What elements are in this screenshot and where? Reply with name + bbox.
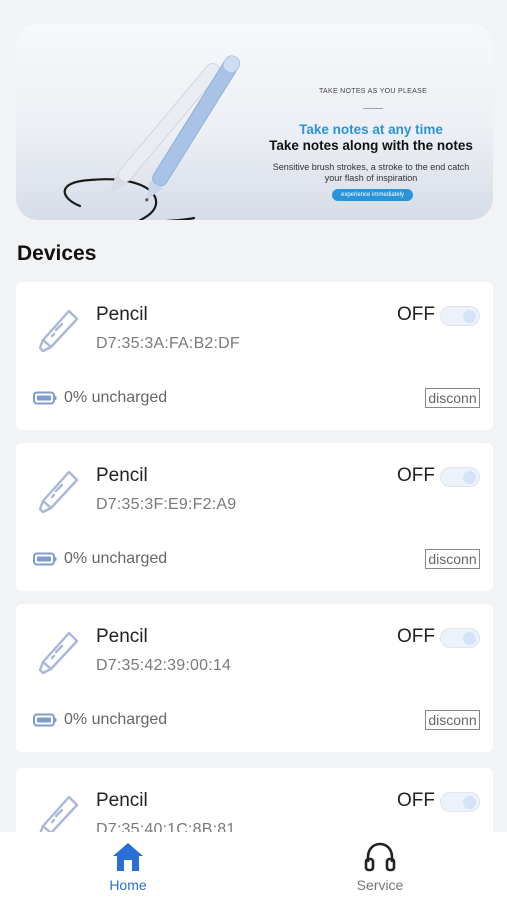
toggle-knob	[463, 310, 476, 323]
disconnect-button[interactable]: disconn	[425, 549, 480, 569]
bottom-tab-bar: Home Service	[0, 832, 507, 900]
tab-service[interactable]: Service	[320, 840, 440, 896]
device-name: Pencil	[96, 626, 148, 647]
tab-home-label: Home	[109, 877, 147, 893]
device-mac-address: D7:35:40:1C:8B:81	[96, 821, 236, 832]
device-name: Pencil	[96, 304, 148, 325]
toggle-state-label: OFF	[397, 626, 435, 647]
tab-service-label: Service	[356, 877, 404, 893]
pencil-icon	[38, 309, 79, 353]
banner-kicker: TAKE NOTES AS YOU PLEASE	[318, 88, 428, 95]
experience-button[interactable]: experience immediately	[332, 189, 413, 201]
banner-subtitle: Take notes along with the notes	[269, 138, 473, 153]
device-mac-address: D7:35:42:39:00:14	[96, 657, 232, 674]
device-mac-address: D7:35:3F:E9:F2:A9	[96, 496, 237, 513]
battery-status: 0% uncharged	[64, 550, 168, 567]
device-toggle[interactable]	[440, 628, 480, 648]
toggle-state-label: OFF	[397, 790, 435, 811]
tab-home[interactable]: Home	[68, 840, 188, 896]
promo-banner[interactable]: TAKE NOTES AS YOU PLEASE Take notes at a…	[16, 24, 493, 220]
device-card[interactable]: Pencil D7:35:42:39:00:14 OFF 0% uncharge…	[16, 604, 493, 752]
pencil-icon	[38, 631, 79, 675]
battery-status: 0% uncharged	[64, 711, 168, 728]
banner-title: Take notes at any time	[299, 122, 443, 137]
device-card[interactable]: Pencil D7:35:40:1C:8B:81 OFF	[16, 768, 493, 832]
device-mac-address: D7:35:3A:FA:B2:DF	[96, 335, 240, 352]
devices-heading: Devices	[17, 242, 97, 265]
battery-status: 0% uncharged	[64, 389, 168, 406]
device-card[interactable]: Pencil D7:35:3F:E9:F2:A9 OFF 0% uncharge…	[16, 443, 493, 591]
battery-icon	[33, 713, 57, 727]
stylus-illustration	[63, 55, 241, 220]
battery-icon	[33, 552, 57, 566]
disconnect-button[interactable]: disconn	[425, 388, 480, 408]
device-name: Pencil	[96, 465, 148, 486]
device-card[interactable]: Pencil D7:35:3A:FA:B2:DF OFF 0% uncharge…	[16, 282, 493, 430]
toggle-knob	[463, 796, 476, 809]
toggle-knob	[463, 471, 476, 484]
device-name: Pencil	[96, 790, 148, 811]
pencil-icon	[39, 795, 79, 832]
toggle-knob	[463, 632, 476, 645]
pencil-icon	[38, 470, 79, 514]
disconnect-button[interactable]: disconn	[425, 710, 480, 730]
toggle-state-label: OFF	[397, 465, 435, 486]
device-toggle[interactable]	[440, 792, 480, 812]
banner-description: Sensitive brush strokes, a stroke to the…	[272, 162, 470, 183]
device-toggle[interactable]	[440, 467, 480, 487]
home-icon	[113, 843, 143, 871]
headphones-icon	[364, 842, 396, 872]
banner-divider	[363, 108, 383, 109]
battery-icon	[33, 391, 57, 405]
main-scroll-area[interactable]: TAKE NOTES AS YOU PLEASE Take notes at a…	[0, 0, 507, 832]
device-toggle[interactable]	[440, 306, 480, 326]
toggle-state-label: OFF	[397, 304, 435, 325]
